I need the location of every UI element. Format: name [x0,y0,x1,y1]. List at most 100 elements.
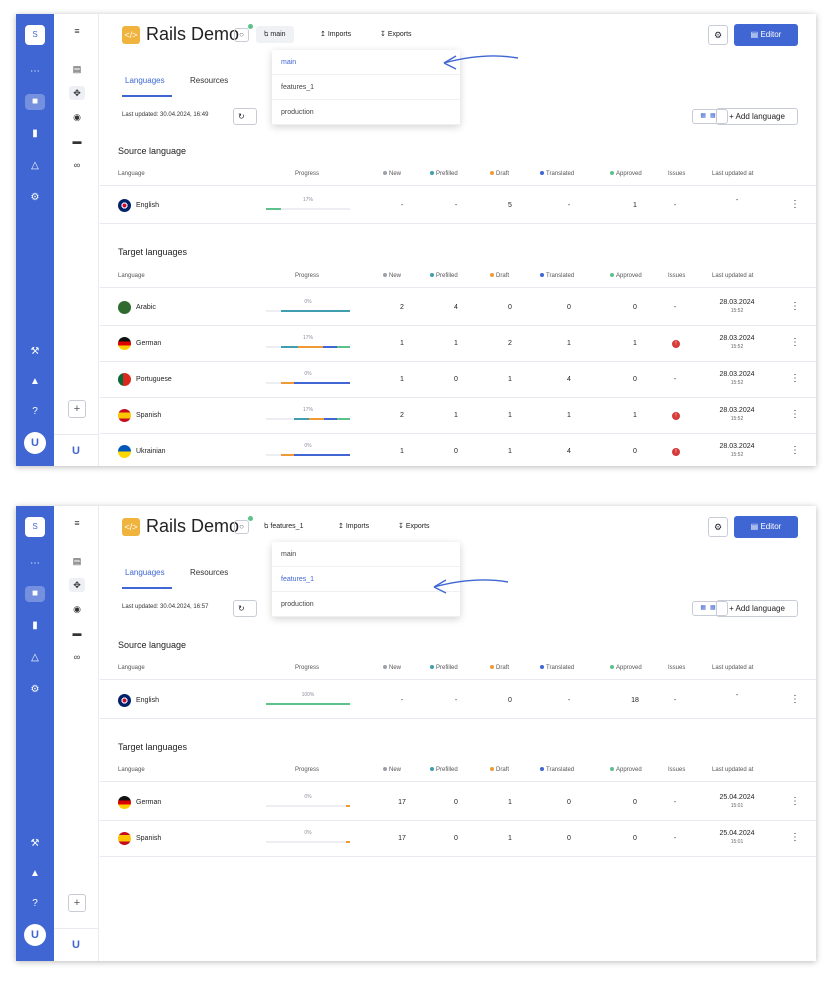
row-menu-icon[interactable]: ⋮ [790,832,800,843]
issue-alert-icon[interactable]: ! [672,412,680,420]
approved-count: 1 [633,340,637,347]
issue-alert-icon[interactable]: ! [672,340,680,348]
add-language-button[interactable]: + Add language [716,108,798,125]
branch-selector[interactable]: ե features_1 [256,518,311,535]
integrations-icon[interactable]: ∞ [69,158,85,172]
row-menu-icon[interactable]: ⋮ [790,199,800,210]
github-icon[interactable]: ○ [234,28,249,42]
row-menu-icon[interactable]: ⋮ [790,373,800,384]
row-menu-icon[interactable]: ⋮ [790,301,800,312]
progress-segment [308,418,324,420]
tab-languages[interactable]: Languages [125,76,165,85]
language-name[interactable]: German [136,799,161,806]
row-menu-icon[interactable]: ⋮ [790,409,800,420]
github-icon[interactable]: ○ [234,520,249,534]
settings-gear-icon[interactable]: ⚙ [25,682,45,698]
settings-gear-icon[interactable]: ⚙ [25,190,45,206]
translated-count: 0 [567,304,571,311]
dashboard-icon[interactable]: ▤ [69,554,85,568]
language-name[interactable]: Spanish [136,835,161,842]
workspace-switcher[interactable]: S [25,25,45,45]
issue-alert-icon[interactable]: ! [672,448,680,456]
project-settings-button[interactable]: ⚙ [708,25,728,45]
table-row[interactable]: Spanish 0% 17 0 1 0 0 - 25.04.2024 15:01… [100,821,816,857]
language-name[interactable]: Ukrainian [136,448,166,455]
marketplace-icon[interactable]: △ [25,650,45,666]
language-name[interactable]: English [136,697,159,704]
notifications-bell-icon[interactable]: ▲ [25,374,45,390]
language-name[interactable]: Arabic [136,304,156,311]
tools-wrench-icon[interactable]: ⚒ [25,344,45,360]
language-name[interactable]: Spanish [136,412,161,419]
row-menu-icon[interactable]: ⋮ [790,694,800,705]
branch-option-main[interactable]: main [272,542,460,567]
imports-button[interactable]: ↥ Imports [312,26,359,43]
row-menu-icon[interactable]: ⋮ [790,796,800,807]
language-name[interactable]: Portuguese [136,376,172,383]
languages-nav-icon[interactable]: ✥ [69,578,85,592]
col-approved: Approved [610,273,642,279]
table-row[interactable]: German 17% 1 1 2 1 1 ! 28.03.2024 15:52 … [100,326,816,362]
app-logo[interactable]: U [24,924,46,946]
issues-cell: - [673,835,677,842]
apps-grid-icon[interactable]: ⋯ [25,64,45,80]
col-translated: Translated [540,767,574,773]
col-progress: Progress [295,665,320,671]
workspace-switcher[interactable]: S [25,517,45,537]
branch-option-production[interactable]: production [272,100,460,125]
reports-icon[interactable]: ▮ [25,126,45,142]
reports-icon[interactable]: ▮ [25,618,45,634]
app-logo[interactable]: U [24,432,46,454]
progress-segment [266,805,346,807]
languages-nav-icon[interactable]: ✥ [69,86,85,100]
apps-grid-icon[interactable]: ⋯ [25,556,45,572]
editor-button[interactable]: ▤ Editor [734,24,798,46]
collapse-panel-icon[interactable]: ≡ [69,516,85,530]
comments-icon[interactable]: ◉ [69,110,85,124]
dashboard-icon[interactable]: ▤ [69,62,85,76]
projects-icon[interactable]: ■ [25,586,45,602]
last-updated-cell: 28.03.2024 15:52 [712,370,762,388]
comments-icon[interactable]: ◉ [69,602,85,616]
branch-name: features_1 [270,523,304,530]
tools-wrench-icon[interactable]: ⚒ [25,836,45,852]
storage-icon[interactable]: ▬ [69,134,85,148]
exports-button[interactable]: ↧ Exports [390,518,438,535]
table-row[interactable]: Spanish 17% 2 1 1 1 1 ! 28.03.2024 15:52… [100,398,816,434]
branch-option-main[interactable]: main [272,50,460,75]
tab-languages[interactable]: Languages [125,568,165,577]
add-language-button[interactable]: + Add language [716,600,798,617]
imports-button[interactable]: ↥ Imports [330,518,377,535]
help-icon[interactable]: ? [25,404,45,420]
project-settings-button[interactable]: ⚙ [708,517,728,537]
exports-button[interactable]: ↧ Exports [372,26,420,43]
table-row[interactable]: Portuguese 0% 1 0 1 4 0 - 28.03.2024 15:… [100,362,816,398]
refresh-button[interactable]: ↻ [233,108,257,125]
approved-count: 0 [633,799,637,806]
tab-resources[interactable]: Resources [190,76,228,85]
draft-count: 0 [508,304,512,311]
table-row[interactable]: German 0% 17 0 1 0 0 - 25.04.2024 15:01 … [100,785,816,821]
language-name[interactable]: English [136,202,159,209]
branch-option-features_1[interactable]: features_1 [272,75,460,100]
marketplace-icon[interactable]: △ [25,158,45,174]
tab-resources[interactable]: Resources [190,568,228,577]
table-row[interactable]: Arabic 0% 2 4 0 0 0 - 28.03.2024 15:52 ⋮ [100,290,816,326]
add-project-button[interactable]: + [68,894,86,912]
table-row[interactable]: Ukrainian 0% 1 0 1 4 0 ! 28.03.2024 15:5… [100,434,816,466]
integrations-icon[interactable]: ∞ [69,650,85,664]
row-menu-icon[interactable]: ⋮ [790,445,800,456]
projects-icon[interactable]: ■ [25,94,45,110]
editor-button[interactable]: ▤ Editor [734,516,798,538]
row-menu-icon[interactable]: ⋮ [790,337,800,348]
table-row[interactable]: English 100% - - 0 - 18 - - ⋮ [100,683,816,719]
language-name[interactable]: German [136,340,161,347]
table-row[interactable]: English 17% - - 5 - 1 - - ⋮ [100,188,816,224]
branch-selector[interactable]: ե main [256,26,294,43]
help-icon[interactable]: ? [25,896,45,912]
notifications-bell-icon[interactable]: ▲ [25,866,45,882]
storage-icon[interactable]: ▬ [69,626,85,640]
add-project-button[interactable]: + [68,400,86,418]
refresh-button[interactable]: ↻ [233,600,257,617]
collapse-panel-icon[interactable]: ≡ [69,24,85,38]
